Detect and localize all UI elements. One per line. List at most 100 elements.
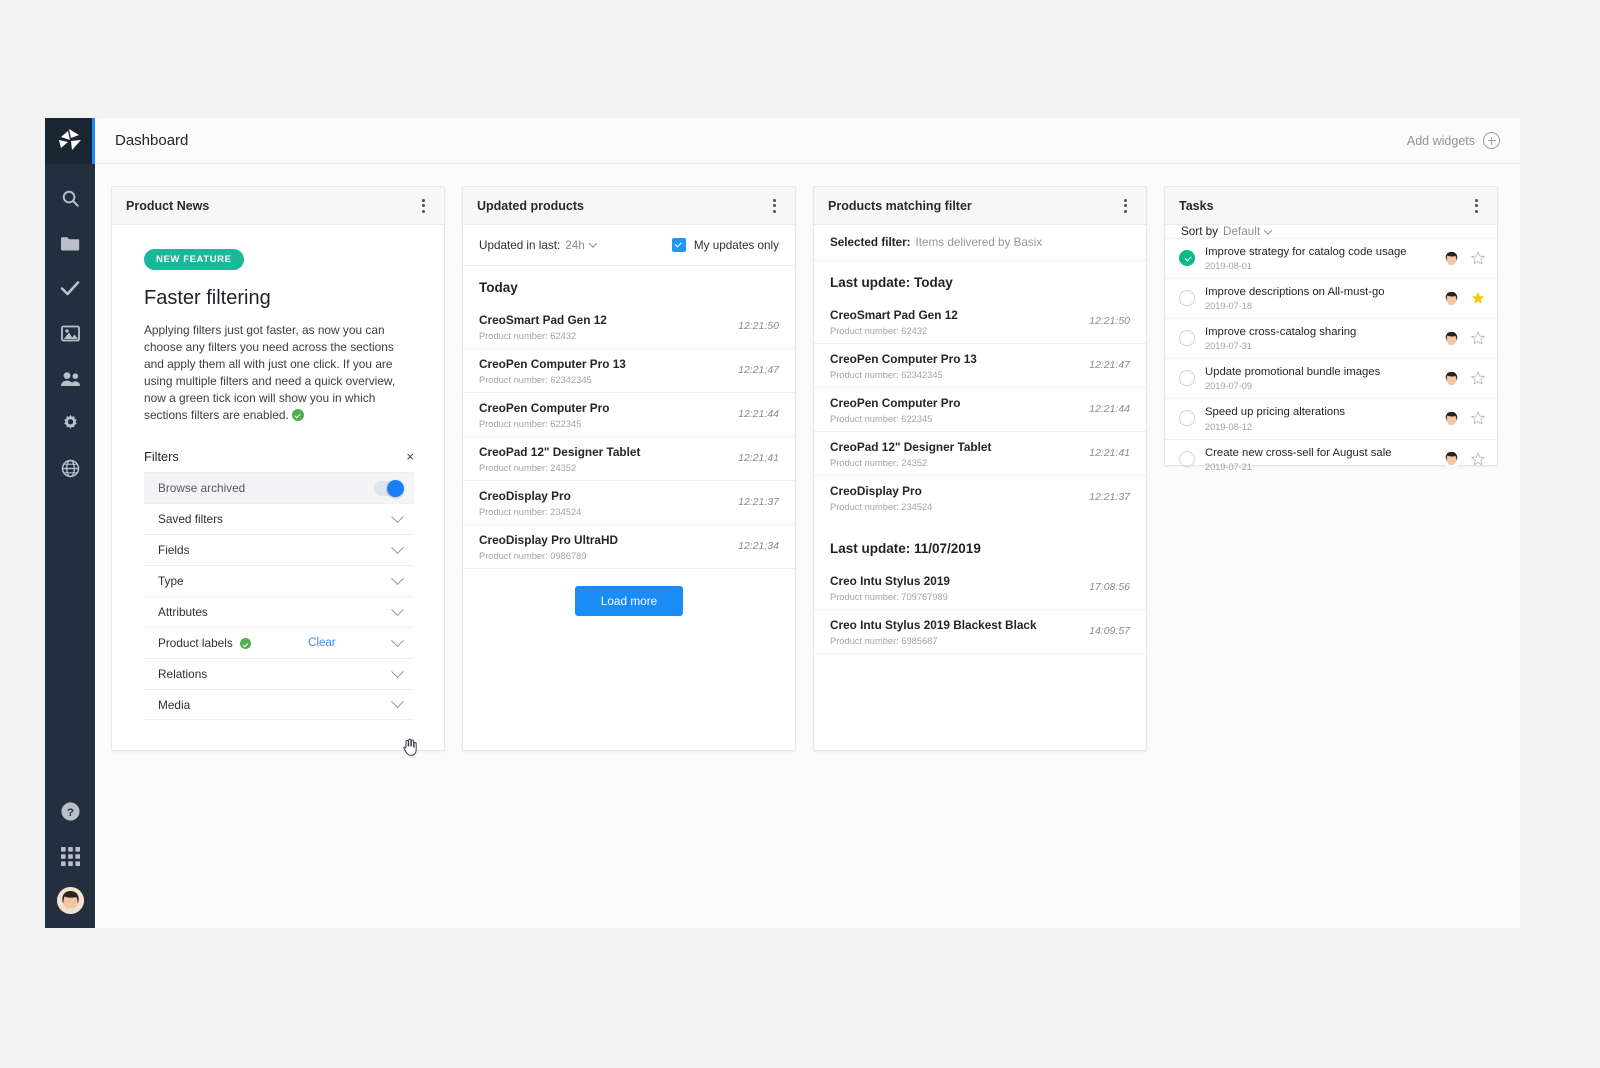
product-time: 12:21:41: [738, 452, 779, 464]
task-checkbox-checked[interactable]: [1179, 250, 1195, 267]
task-checkbox[interactable]: [1179, 450, 1195, 467]
list-item[interactable]: CreoSmart Pad Gen 12 Product number: 624…: [814, 300, 1146, 343]
filter-row-type[interactable]: Type: [144, 565, 414, 596]
task-row[interactable]: Improve cross-catalog sharing 2019-07-31: [1165, 318, 1497, 358]
chevron-down-icon[interactable]: [391, 634, 404, 647]
chevron-down-icon[interactable]: [391, 572, 404, 585]
widget-tasks: Tasks Sort by Default Improve strategy f…: [1164, 186, 1498, 472]
chevron-down-icon[interactable]: [391, 510, 404, 523]
list-item[interactable]: CreoDisplay Pro UltraHD Product number: …: [463, 524, 795, 568]
sidebar-item-catalog[interactable]: [45, 221, 95, 266]
chevron-down-icon[interactable]: [391, 541, 404, 554]
list-item[interactable]: CreoPen Computer Pro Product number: 622…: [463, 392, 795, 436]
filter-row-media[interactable]: Media: [144, 689, 414, 721]
sidebar-item-users[interactable]: [45, 356, 95, 401]
sidebar-item-search[interactable]: [45, 176, 95, 221]
list-item[interactable]: CreoSmart Pad Gen 12 Product number: 624…: [463, 305, 795, 348]
task-checkbox[interactable]: [1179, 370, 1195, 387]
clear-link[interactable]: Clear: [308, 637, 335, 649]
list-item[interactable]: CreoPen Computer Pro 13 Product number: …: [814, 343, 1146, 387]
task-name: Speed up pricing alterations: [1205, 406, 1346, 419]
list-item[interactable]: CreoPad 12" Designer Tablet Product numb…: [463, 436, 795, 480]
chevron-down-icon[interactable]: [1263, 225, 1273, 235]
list-item[interactable]: CreoPen Computer Pro Product number: 622…: [814, 387, 1146, 431]
app-window: ? Dashboard Add widgets Product News NEW…: [45, 118, 1520, 928]
browse-archived-toggle[interactable]: [374, 479, 404, 497]
product-name: CreoDisplay Pro: [479, 489, 571, 503]
task-row[interactable]: Speed up pricing alterations 2019-08-12: [1165, 398, 1497, 438]
product-number: Product number: 62432: [479, 331, 577, 341]
list-item[interactable]: Creo Intu Stylus 2019 Blackest Black Pro…: [814, 609, 1146, 654]
product-number: Product number: 622345: [479, 419, 582, 429]
news-headline: Faster filtering: [144, 287, 271, 309]
sidebar-item-tasks[interactable]: [45, 266, 95, 311]
chevron-down-icon[interactable]: [588, 239, 597, 248]
app-logo[interactable]: [45, 118, 95, 164]
list-item[interactable]: CreoDisplay Pro Product number: 234524 1…: [814, 475, 1146, 519]
list-item[interactable]: CreoPad 12" Designer Tablet Product numb…: [814, 431, 1146, 475]
task-row[interactable]: Update promotional bundle images 2019-07…: [1165, 358, 1497, 398]
filter-row-fields[interactable]: Fields: [144, 534, 414, 565]
list-item[interactable]: CreoDisplay Pro Product number: 234524 1…: [463, 480, 795, 524]
chevron-down-icon[interactable]: [391, 695, 404, 709]
kebab-menu-icon[interactable]: [767, 198, 781, 214]
filter-row-saved-filters[interactable]: Saved filters: [144, 503, 414, 534]
task-checkbox[interactable]: [1179, 410, 1195, 427]
star-filled-icon[interactable]: [1471, 291, 1485, 305]
task-checkbox[interactable]: [1179, 290, 1195, 307]
star-outline-icon[interactable]: [1471, 331, 1485, 346]
kebab-menu-icon[interactable]: [416, 198, 430, 214]
avatar: [1442, 449, 1461, 469]
star-outline-icon[interactable]: [1471, 251, 1485, 265]
task-name: Create new cross-sell for August sale: [1205, 446, 1392, 459]
group-label-today: Last update: Today: [830, 275, 953, 290]
filter-row-relations[interactable]: Relations: [144, 658, 414, 689]
product-time: 12:21:50: [1089, 315, 1130, 327]
product-time: 12:21:34: [738, 540, 779, 552]
add-widgets-button[interactable]: Add widgets: [1407, 132, 1500, 149]
sidebar-item-media[interactable]: [45, 311, 95, 356]
widget-title: Updated products: [477, 198, 584, 213]
task-date: 2019-08-01: [1205, 261, 1252, 272]
filter-row-attributes[interactable]: Attributes: [144, 596, 414, 627]
plus-circle-icon: [1483, 132, 1500, 149]
filter-row-browse-archived[interactable]: Browse archived: [144, 472, 414, 504]
star-outline-icon[interactable]: [1471, 371, 1485, 386]
avatar: [1442, 328, 1461, 348]
sort-by-value[interactable]: Default: [1223, 225, 1260, 238]
filter-label: Relations: [158, 667, 208, 682]
updated-in-last-value[interactable]: 24h: [565, 239, 585, 252]
star-outline-icon[interactable]: [1471, 411, 1485, 426]
chevron-down-icon[interactable]: [391, 603, 404, 616]
product-time: 14:09:57: [1089, 625, 1130, 637]
filter-row-product-labels[interactable]: Product labels Clear: [144, 627, 414, 658]
task-row[interactable]: Create new cross-sell for August sale 20…: [1165, 438, 1497, 479]
kebab-menu-icon[interactable]: [1118, 198, 1132, 214]
task-row[interactable]: Improve strategy for catalog code usage …: [1165, 238, 1497, 278]
list-item[interactable]: Creo Intu Stylus 2019 Product number: 70…: [814, 566, 1146, 609]
kebab-menu-icon[interactable]: [1469, 198, 1483, 214]
sidebar-item-help[interactable]: ?: [45, 789, 95, 834]
chevron-down-icon[interactable]: [391, 665, 404, 678]
product-number: Product number: 62342345: [830, 370, 943, 380]
task-text: Create new cross-sell for August sale 20…: [1205, 446, 1432, 472]
widget-title: Product News: [126, 198, 210, 213]
close-icon[interactable]: ×: [406, 450, 414, 463]
product-time: 12:21:47: [1089, 359, 1130, 371]
sidebar-item-apps[interactable]: [45, 834, 95, 879]
load-more-button[interactable]: Load more: [574, 586, 684, 616]
filter-label: Browse archived: [158, 481, 246, 496]
task-date: 2019-07-31: [1205, 341, 1252, 352]
star-outline-icon[interactable]: [1471, 451, 1485, 466]
group-label-today: Today: [479, 280, 518, 295]
news-body-text: Applying filters just got faster, as now…: [144, 322, 414, 423]
task-checkbox[interactable]: [1179, 330, 1195, 347]
my-updates-only-checkbox[interactable]: My updates only: [671, 238, 779, 252]
list-item[interactable]: CreoPen Computer Pro 13 Product number: …: [463, 348, 795, 392]
task-row[interactable]: Improve descriptions on All-must-go 2019…: [1165, 278, 1497, 318]
product-name: Creo Intu Stylus 2019: [830, 574, 950, 588]
sidebar-item-channels[interactable]: [45, 446, 95, 491]
user-avatar[interactable]: [56, 887, 84, 914]
sidebar-secondary-nav: ?: [45, 789, 95, 928]
sidebar-item-settings[interactable]: [45, 401, 95, 446]
